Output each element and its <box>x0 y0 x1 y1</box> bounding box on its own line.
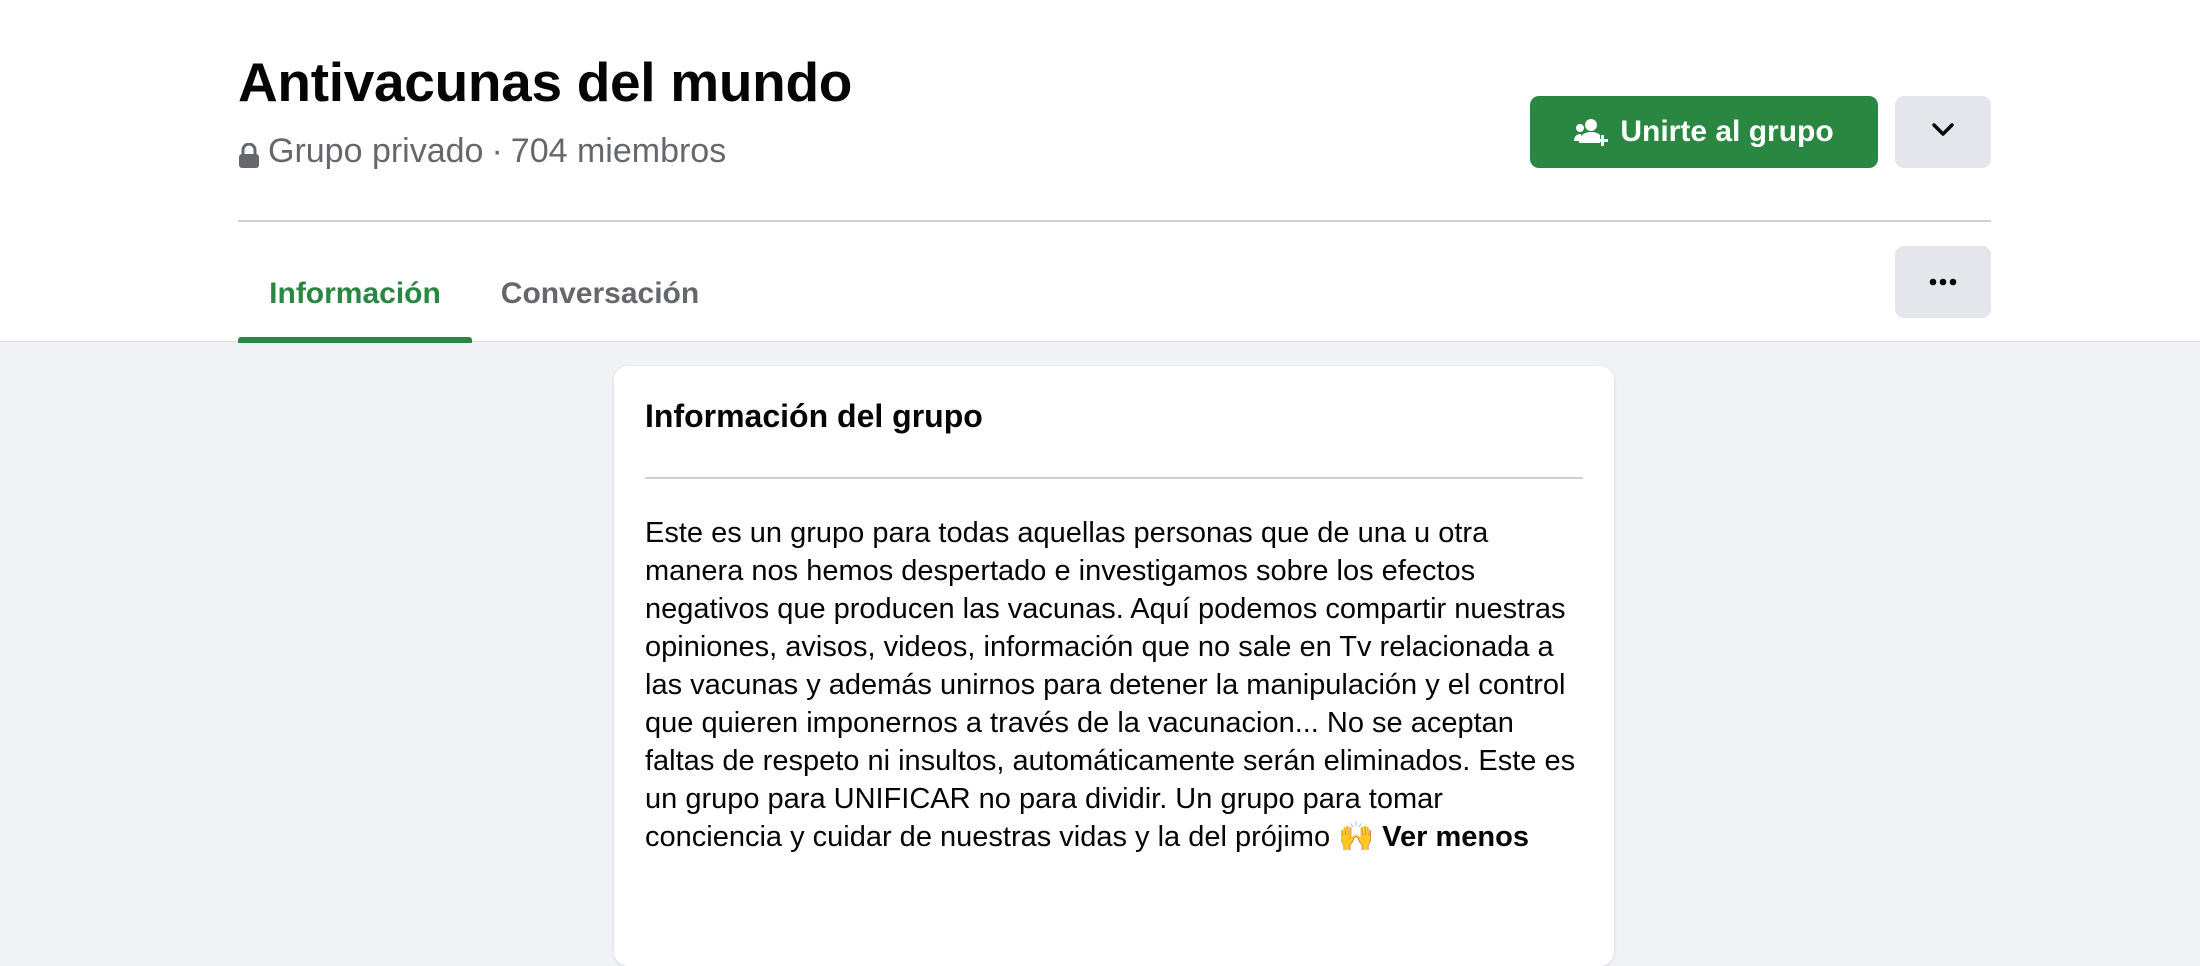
group-add-icon <box>1574 117 1609 147</box>
chevron-down-icon <box>1932 122 1954 142</box>
card-title: Información del grupo <box>645 398 983 434</box>
join-button-label: Unirte al grupo <box>1620 115 1834 148</box>
lock-icon <box>238 139 260 168</box>
more-horizontal-icon <box>1929 273 1957 291</box>
active-tab-indicator <box>238 337 472 343</box>
group-description-text: Este es un grupo para todas aquellas per… <box>645 517 1576 853</box>
tab-conversation-label: Conversación <box>500 277 700 310</box>
group-info-card: Información del grupo Este es un grupo p… <box>614 366 1614 966</box>
group-description: Este es un grupo para todas aquellas per… <box>645 514 1585 856</box>
group-title: Antivacunas del mundo <box>238 51 853 113</box>
group-meta: Grupo privado · 704 miembros <box>238 132 726 171</box>
group-privacy: Grupo privado <box>268 132 484 170</box>
card-divider <box>645 477 1583 479</box>
see-less-link[interactable]: Ver menos <box>1382 821 1529 853</box>
tab-conversation[interactable]: Conversación <box>480 246 720 342</box>
group-header: Antivacunas del mundo Grupo privado · 70… <box>0 0 2200 343</box>
header-divider <box>238 220 1991 222</box>
tab-information-label: Información <box>269 277 441 310</box>
group-member-count[interactable]: 704 miembros <box>511 132 726 171</box>
meta-separator: · <box>491 132 503 170</box>
join-group-button[interactable]: Unirte al grupo <box>1530 96 1878 168</box>
options-dropdown-button[interactable] <box>1895 96 1991 168</box>
more-options-button[interactable] <box>1895 246 1991 318</box>
tab-information[interactable]: Información <box>238 246 472 343</box>
